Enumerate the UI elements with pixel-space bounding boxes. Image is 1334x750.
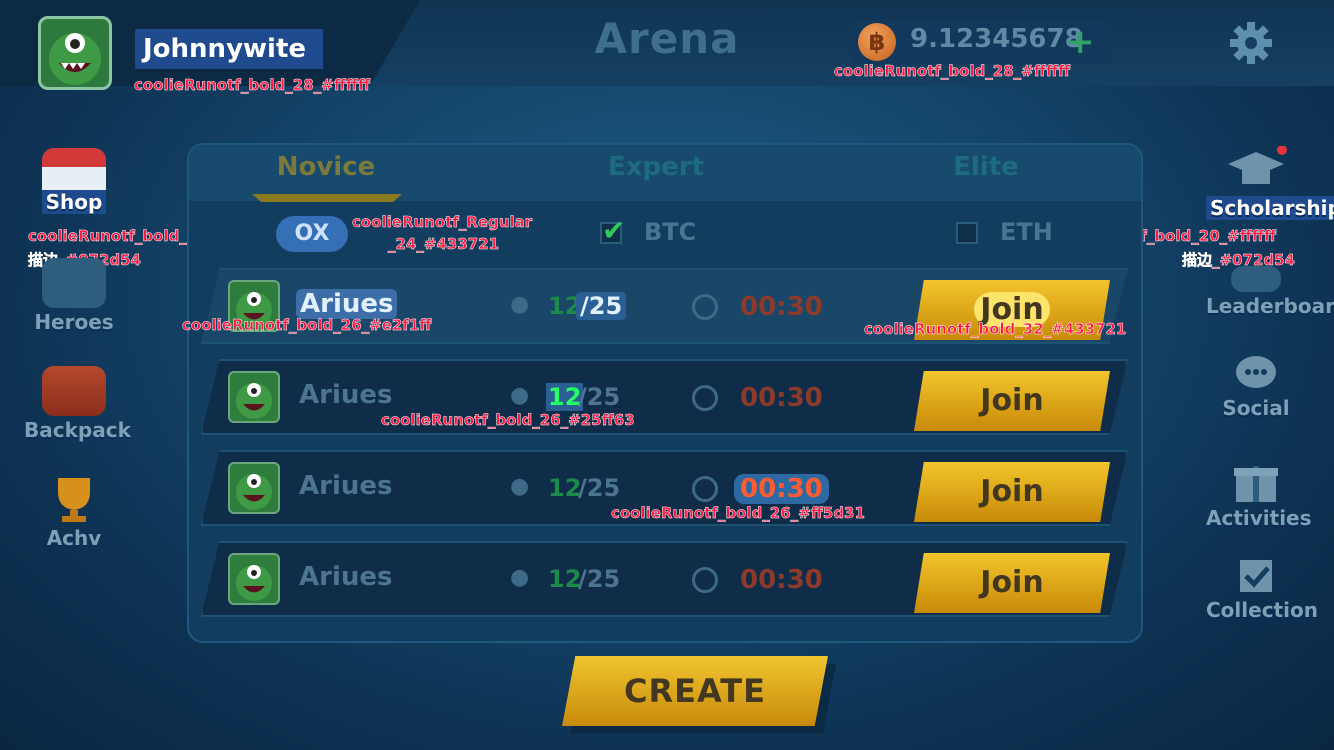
heroes-icon [42, 258, 106, 308]
chat-bubble-icon [1224, 354, 1288, 394]
btc-checkbox[interactable]: ✔ [600, 214, 626, 247]
trophy-icon [42, 474, 106, 524]
join-label: Join [980, 565, 1044, 600]
tab-active-underline [252, 194, 402, 202]
players-count: 12 [548, 474, 582, 502]
eth-filter-label: ETH [1000, 218, 1053, 246]
balance-value: 9.12345678 [910, 24, 1083, 54]
tab-novice[interactable]: Novice [206, 152, 446, 182]
join-label: Join [980, 383, 1044, 418]
room-timer: 00:30 [740, 292, 823, 322]
checkmark-icon: ✔ [602, 214, 626, 247]
join-button[interactable]: Join [914, 371, 1110, 431]
nav-leaderboard-label: Leaderboard [1206, 294, 1334, 318]
bitcoin-icon: ฿ [858, 23, 896, 61]
nav-collection-label: Collection [1206, 598, 1318, 622]
tab-expert[interactable]: Expert [536, 152, 776, 182]
nav-collection-button[interactable]: Collection [1206, 556, 1318, 622]
ox-filter-pill[interactable]: OX [276, 216, 348, 252]
person-icon: ● [510, 565, 530, 590]
room-timer: 00:30 [740, 383, 823, 413]
backpack-icon [42, 366, 106, 416]
time-font-annotation: coolieRunotf_bold_26_#ff5d31 [611, 504, 865, 523]
monster-avatar-icon [236, 474, 272, 510]
nav-social-label: Social [1222, 396, 1290, 420]
settings-button[interactable] [1228, 20, 1274, 66]
gear-icon [1230, 22, 1272, 64]
person-icon: ● [510, 383, 530, 408]
nav-scholarship-label: Scholarship [1206, 196, 1334, 220]
gift-icon [1224, 456, 1288, 504]
join-button[interactable]: Join [914, 462, 1110, 522]
players-count: 12 [548, 565, 582, 593]
join-button[interactable]: Join [914, 553, 1110, 613]
room-name: Ariues [299, 471, 393, 501]
room-name: Ariues [296, 289, 398, 319]
balance-annotation: coolieRunotf_bold_28_#ffffff [834, 62, 1071, 81]
nav-shop-button[interactable]: Shop [24, 148, 124, 214]
nav-shop-label: Shop [41, 190, 107, 214]
username-annotation: coolieRunotf_bold_28_#ffffff [134, 76, 371, 95]
collection-icon [1224, 556, 1288, 596]
person-icon: ● [510, 474, 530, 499]
nav-achv-button[interactable]: Achv [24, 474, 124, 550]
pill-font-annotation-2: _24_#433721 [388, 235, 500, 254]
room-timer: 00:30 [734, 474, 829, 504]
nav-backpack-button[interactable]: Backpack [24, 366, 131, 442]
monster-avatar-icon [49, 33, 101, 85]
room-avatar [228, 553, 280, 605]
room-name: Ariues [299, 562, 393, 592]
room-timer: 00:30 [740, 565, 823, 595]
player-avatar[interactable] [38, 16, 112, 90]
players-capacity: /25 [578, 383, 621, 411]
nav-backpack-label: Backpack [24, 418, 131, 442]
nav-activities-button[interactable]: Activities [1206, 456, 1312, 530]
graduation-cap-icon [1224, 145, 1288, 194]
players-capacity: /25 [578, 474, 621, 502]
create-button[interactable]: CREATE [562, 656, 828, 726]
clock-icon [692, 567, 718, 593]
count-font-annotation: coolieRunotf_bold_26_#25ff63 [381, 411, 635, 430]
join-font-annotation: coolieRunotf_bold_32_#433721 [864, 320, 1127, 339]
row-name-annotation: coolieRunotf_bold_26_#e2f1ff [182, 316, 432, 335]
username-label: Johnnywite [135, 29, 323, 69]
join-label: Join [980, 474, 1044, 509]
monster-avatar-icon [236, 565, 272, 601]
add-balance-button[interactable]: + [1066, 22, 1095, 62]
room-avatar [228, 371, 280, 423]
nav-social-button[interactable]: Social [1206, 354, 1306, 420]
person-icon: ● [510, 292, 530, 317]
players-capacity: /25 [578, 565, 621, 593]
nav-heroes-button[interactable]: Heroes [24, 258, 124, 334]
room-name: Ariues [299, 380, 393, 410]
nav-leaderboard-button[interactable]: Leaderboard [1206, 266, 1334, 318]
nav-achv-label: Achv [46, 526, 102, 550]
tab-elite[interactable]: Elite [866, 152, 1106, 182]
nav-activities-label: Activities [1206, 506, 1312, 530]
clock-icon [692, 294, 718, 320]
players-capacity: /25 [576, 292, 627, 320]
btc-filter-label: BTC [644, 218, 697, 246]
nav-heroes-label: Heroes [34, 310, 114, 334]
room-avatar [228, 462, 280, 514]
leaderboard-icon [1231, 266, 1281, 292]
eth-checkbox[interactable] [956, 222, 978, 244]
clock-icon [692, 476, 718, 502]
pill-font-annotation-1: coolieRunotf_Regular [352, 213, 533, 232]
nav-scholarship-button[interactable]: Scholarship [1206, 145, 1334, 220]
monster-avatar-icon [236, 383, 272, 419]
clock-icon [692, 385, 718, 411]
page-title: Arena [594, 14, 740, 63]
